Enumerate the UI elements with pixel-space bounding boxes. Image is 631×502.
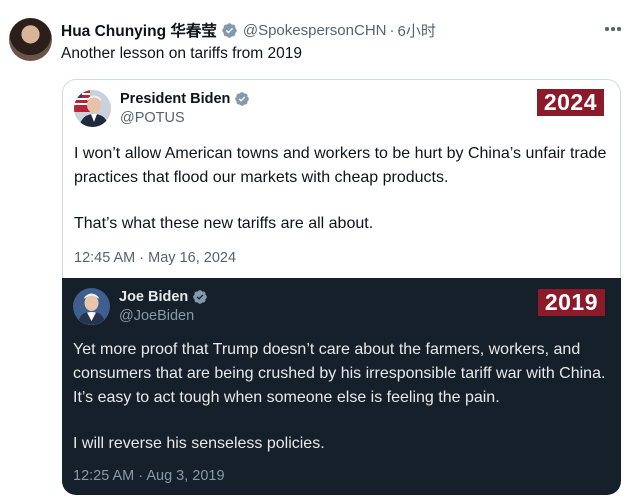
more-horizontal-icon[interactable]: [603, 22, 623, 36]
tweet-text: Another lesson on tariffs from 2019: [61, 45, 302, 62]
verified-badge-icon: [222, 22, 237, 38]
quoted-tweet-text: Yet more proof that Trump doesn’t care a…: [73, 338, 609, 456]
separator-dot: ·: [389, 21, 395, 39]
year-badge: 2019: [537, 289, 605, 316]
quoted-author-name[interactable]: President Biden: [120, 91, 230, 107]
quoted-author-row: Joe Biden: [119, 289, 208, 305]
quoted-author-name[interactable]: Joe Biden: [119, 289, 188, 305]
verified-badge-icon: [193, 290, 208, 304]
quoted-tweet-2024[interactable]: President Biden @POTUS 2024 I won’t allo…: [62, 79, 621, 278]
quoted-tweet-text: I won’t allow American towns and workers…: [74, 142, 608, 236]
tweet-header: Hua Chunying 华春莹 @SpokespersonCHN · 6小时: [61, 18, 619, 42]
year-badge: 2024: [536, 89, 604, 116]
quoted-author-row: President Biden: [120, 91, 250, 107]
quoted-paragraph: Yet more proof that Trump doesn’t care a…: [73, 341, 606, 406]
quoted-tweet-2019[interactable]: Joe Biden @JoeBiden 2019 Yet more proof …: [62, 278, 621, 495]
post-time[interactable]: 6小时: [397, 20, 435, 41]
quoted-timestamp[interactable]: 12:45 AM · May 16, 2024: [74, 250, 236, 266]
author-avatar[interactable]: [9, 18, 52, 61]
author-display-name[interactable]: Hua Chunying 华春莹: [61, 19, 217, 41]
author-handle[interactable]: @SpokespersonCHN: [243, 22, 387, 39]
quoted-paragraph: I will reverse his senseless policies.: [73, 435, 325, 452]
tweet: Hua Chunying 华春莹 @SpokespersonCHN · 6小时 …: [0, 0, 631, 502]
quoted-author-handle[interactable]: @JoeBiden: [119, 308, 194, 324]
potus-avatar[interactable]: [74, 90, 111, 127]
quoted-author-handle[interactable]: @POTUS: [120, 110, 185, 126]
quoted-paragraph: I won’t allow American towns and workers…: [74, 145, 607, 186]
joebiden-avatar[interactable]: [73, 288, 110, 325]
quoted-timestamp[interactable]: 12:25 AM · Aug 3, 2019: [73, 468, 225, 484]
quoted-paragraph: That’s what these new tariffs are all ab…: [74, 215, 374, 232]
verified-badge-icon: [235, 92, 250, 106]
